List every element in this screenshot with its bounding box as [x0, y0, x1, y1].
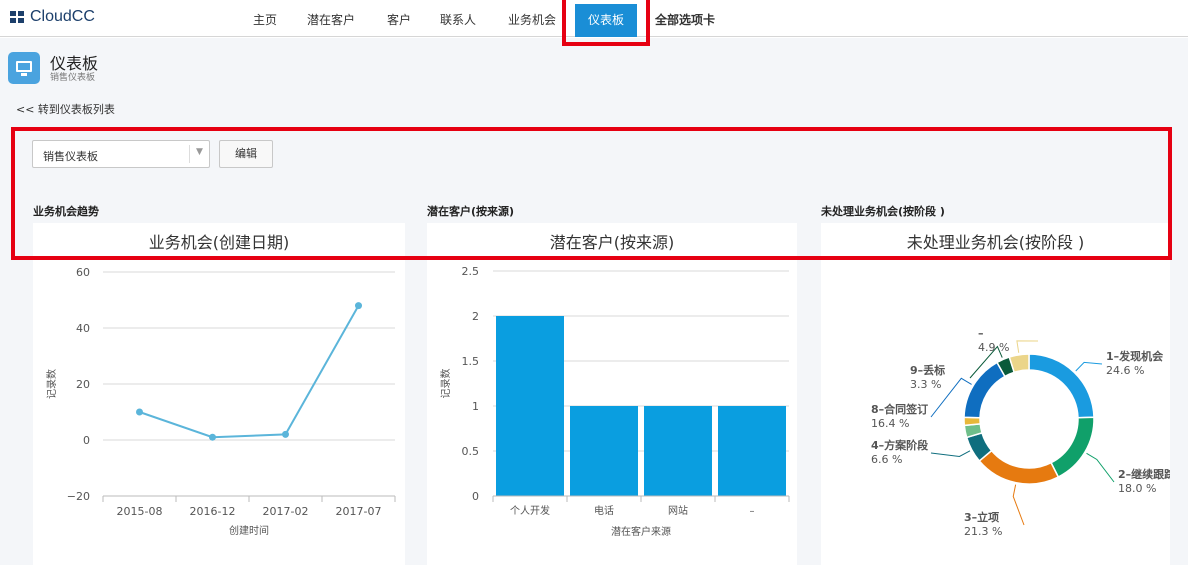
slice-percent: 18.0 % [1118, 482, 1156, 495]
slice-label: 8–合同签订 [871, 402, 928, 416]
panel-label-leads-by-source: 潜在客户(按来源) [427, 205, 515, 218]
pie-slice [1050, 416, 1095, 479]
y-tick-label: 2 [472, 310, 479, 323]
dashboard-select[interactable]: 销售仪表板 ▼ [32, 140, 210, 168]
y-axis-title: 记录数 [45, 369, 58, 399]
chart-title: 业务机会(创建日期) [148, 233, 290, 252]
y-tick-label: 0.5 [462, 445, 480, 458]
tab-home[interactable]: 主页 [246, 0, 284, 37]
x-axis-title: 潜在客户来源 [611, 525, 671, 538]
slice-percent: 6.6 % [871, 453, 902, 466]
pie-slice [978, 449, 1060, 485]
pie-slice [963, 416, 982, 427]
y-axis-title: 记录数 [439, 369, 452, 399]
top-nav: CloudCC 主页 潜在客户 客户 联系人 业务机会 仪表板 全部选项卡 [0, 0, 1188, 37]
chart-panel-leads-by-source: 潜在客户(按来源) 2.5 2 1.5 1 0.5 0 个人开发 电话 网站 – 潜在客户来源 记录数 [427, 223, 797, 565]
x-tick-label: – [750, 506, 755, 517]
slice-percent: 21.3 % [964, 525, 1002, 538]
y-tick-label: 0 [472, 490, 479, 503]
slice-label: 1–发现机会 [1106, 349, 1164, 363]
x-tick-label: 2016-12 [190, 505, 236, 518]
panel-label-opportunity-trend: 业务机会趋势 [33, 205, 99, 218]
bar [644, 406, 712, 496]
data-point [282, 430, 289, 438]
x-tick-label: 2017-02 [263, 505, 309, 518]
x-tick-label: 2017-07 [336, 505, 382, 518]
chart-panel-open-opportunities: 未处理业务机会(按阶段 ) 1–发现机会 24.6 % 2–继续跟踪 18.0 % 3–… [821, 223, 1175, 565]
slice-leader-line [1086, 452, 1115, 483]
x-axis-title: 创建时间 [229, 524, 269, 537]
slice-leader-line [930, 450, 971, 457]
bar-chart: 2.5 2 1.5 1 0.5 0 个人开发 电话 网站 – 潜在客户来源 记录数 [439, 265, 790, 538]
y-tick-label: 0 [83, 434, 90, 447]
slice-leader-line [1012, 484, 1025, 526]
pie-slice [963, 361, 1006, 419]
chart-title: 未处理业务机会(按阶段 ) [906, 233, 1085, 252]
monitor-icon [8, 52, 40, 84]
app-logo[interactable]: CloudCC [10, 8, 95, 26]
y-tick-label: 20 [76, 378, 90, 391]
chevron-down-icon[interactable]: ▼ [196, 147, 203, 157]
dashboard-select-value: 销售仪表板 [43, 150, 98, 163]
slice-label: 3–立项 [964, 510, 999, 524]
bar [718, 406, 786, 496]
line-chart: 60 40 20 0 −20 2015-08 2016-12 2017-02 2017-07 创建… [45, 266, 396, 537]
x-tick-label: 网站 [668, 504, 688, 517]
tab-dashboards[interactable]: 仪表板 [575, 4, 637, 37]
grid-icon [10, 11, 24, 23]
series-line [139, 305, 360, 439]
y-tick-label: 1.5 [462, 355, 480, 368]
slice-label: – [978, 327, 984, 340]
y-tick-label: 60 [76, 266, 90, 279]
tab-contacts[interactable]: 联系人 [434, 0, 482, 37]
slice-label: 2–继续跟踪 [1118, 467, 1170, 481]
slice-percent: 24.6 % [1106, 364, 1144, 377]
tab-opportunities[interactable]: 业务机会 [502, 0, 562, 37]
y-tick-label: 40 [76, 322, 90, 335]
slice-leader-line [1016, 340, 1039, 353]
select-divider [189, 145, 190, 163]
slice-leader-line [1075, 361, 1103, 372]
x-tick-label: 电话 [594, 504, 614, 517]
chart-panel-opportunity-trend: 业务机会(创建日期) 60 40 20 0 −20 2015-08 2016-12 2017-… [33, 223, 405, 565]
panel-label-open-opportunities: 未处理业务机会(按阶段 ) [821, 205, 945, 218]
tab-all-tabs[interactable]: 全部选项卡 [650, 0, 720, 37]
tab-leads[interactable]: 潜在客户 [302, 0, 360, 37]
slice-percent: 3.3 % [910, 378, 941, 391]
y-tick-label: −20 [67, 490, 90, 503]
slice-label: 9–丢标 [910, 363, 945, 377]
data-point [355, 302, 362, 310]
y-tick-label: 1 [472, 400, 479, 413]
data-point [209, 433, 216, 441]
data-point [136, 408, 143, 416]
back-to-dashboard-list-link[interactable]: << 转到仪表板列表 [16, 101, 115, 117]
donut-chart: 1–发现机会24.6 % 2–继续跟踪18.0 % 3–立项21.3 % 4–方案阶段… [871, 327, 1175, 538]
slice-percent: 16.4 % [871, 417, 909, 430]
y-tick-label: 2.5 [462, 265, 480, 278]
x-tick-label: 2015-08 [117, 505, 163, 518]
x-tick-label: 个人开发 [510, 504, 550, 517]
slice-label: 4–方案阶段 [871, 438, 928, 452]
app-name: CloudCC [30, 8, 95, 25]
edit-button[interactable]: 编辑 [219, 140, 273, 168]
tab-accounts[interactable]: 客户 [380, 0, 418, 37]
slice-percent: 4.9 % [978, 341, 1009, 354]
bar [496, 316, 564, 496]
chart-title: 潜在客户(按来源) [549, 233, 675, 252]
bar [570, 406, 638, 496]
pie-slice [1028, 353, 1095, 419]
page-subtitle: 销售仪表板 [50, 73, 96, 83]
